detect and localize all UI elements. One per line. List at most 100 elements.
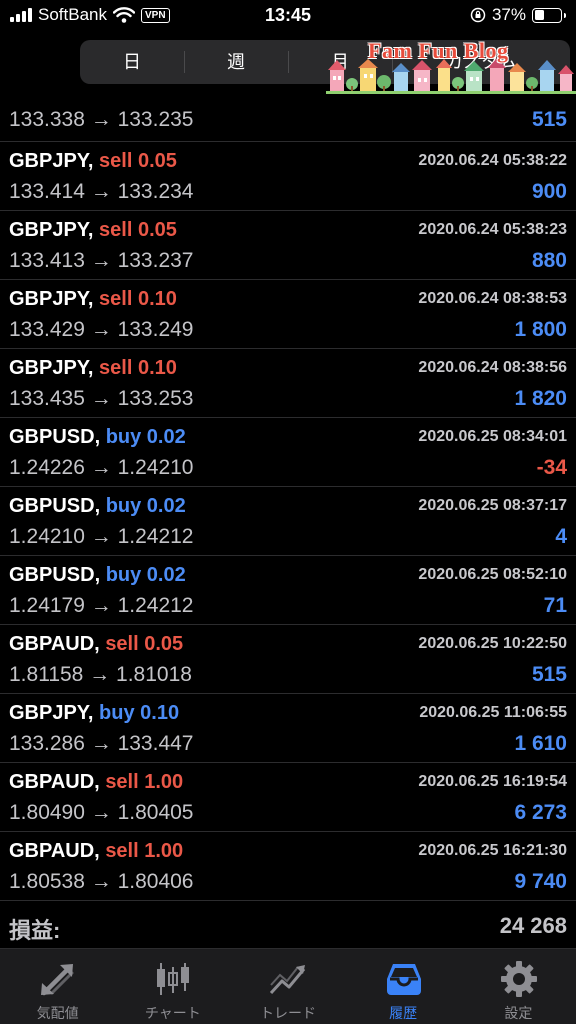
table-row[interactable]: GBPAUD, sell 1.00 2020.06.25 16:21:30 1.80… xyxy=(0,832,576,901)
trade-prices: 1.80490 → 1.80405 xyxy=(9,801,194,824)
table-row[interactable]: GBPJPY, sell 0.05 2020.06.24 05:38:22 133.… xyxy=(0,142,576,211)
trade-profit: 1 610 xyxy=(514,732,567,755)
table-row[interactable]: GBPAUD, sell 1.00 2020.06.25 16:19:54 1.80… xyxy=(0,763,576,832)
table-row[interactable]: GBPUSD, buy 0.02 2020.06.25 08:34:01 1.242… xyxy=(0,418,576,487)
period-tab-week[interactable]: 週 xyxy=(184,40,288,84)
trade-prices: 133.429 → 133.249 xyxy=(9,318,194,341)
trade-prices: 133.413 → 133.237 xyxy=(9,249,194,272)
trade-side: sell 1.00 xyxy=(105,771,184,793)
trade-symbol-text: GBPUSD, xyxy=(9,426,101,448)
trade-profit: -34 xyxy=(536,456,567,479)
tab-trade[interactable]: トレード xyxy=(230,949,345,1024)
trade-prices: 133.338 → 133.235 xyxy=(9,108,194,131)
table-row[interactable]: GBPJPY, sell 0.10 2020.06.24 08:38:56 133.… xyxy=(0,349,576,418)
period-tab-day[interactable]: 日 xyxy=(80,40,184,84)
trade-symbol: GBPJPY, buy 0.10 xyxy=(9,702,179,725)
table-row[interactable]: GBPUSD, buy 0.02 2020.06.25 08:52:10 1.241… xyxy=(0,556,576,625)
trade-profit: 1 800 xyxy=(514,318,567,341)
trade-side: sell 0.10 xyxy=(99,357,177,379)
trade-symbol: GBPJPY, sell 0.05 xyxy=(9,150,177,173)
status-bar: SoftBank VPN 13:45 37% xyxy=(0,0,576,32)
history-tray-icon xyxy=(386,964,421,995)
table-row-partial[interactable]: 133.338 → 133.235 515 xyxy=(0,96,576,142)
trade-profit: 900 xyxy=(531,180,567,203)
trade-symbol: GBPAUD, sell 0.05 xyxy=(9,633,183,656)
trade-symbol-text: GBPJPY, xyxy=(9,288,94,310)
trade-prices: 1.24179 → 1.24212 xyxy=(9,594,194,617)
trade-symbol-text: GBPUSD, xyxy=(9,564,101,586)
gear-icon xyxy=(500,961,537,997)
status-right: 37% xyxy=(470,5,566,25)
trade-symbol: GBPUSD, buy 0.02 xyxy=(9,495,186,518)
quotes-arrows-icon xyxy=(41,964,74,996)
trade-symbol: GBPUSD, buy 0.02 xyxy=(9,426,186,449)
trade-profit: 9 740 xyxy=(514,870,567,893)
trade-time: 2020.06.25 11:06:55 xyxy=(419,704,567,721)
trade-profit: 71 xyxy=(543,594,567,617)
tab-chart[interactable]: チャート xyxy=(115,949,230,1024)
tab-settings-label: 設定 xyxy=(504,1005,533,1021)
trade-symbol-text: GBPUSD, xyxy=(9,495,101,517)
trade-time: 2020.06.24 05:38:23 xyxy=(418,221,567,238)
trade-time: 2020.06.25 16:19:54 xyxy=(418,773,567,790)
trade-time: 2020.06.24 05:38:22 xyxy=(418,152,567,169)
trade-side: buy 0.10 xyxy=(99,702,180,724)
trade-time: 2020.06.24 08:38:56 xyxy=(418,359,567,376)
battery-percent: 37% xyxy=(491,5,526,24)
trade-symbol-text: GBPJPY, xyxy=(9,219,94,241)
trade-symbol: GBPUSD, buy 0.02 xyxy=(9,564,186,587)
trade-prices: 133.435 → 133.253 xyxy=(9,387,194,410)
trade-prices: 1.80538 → 1.80406 xyxy=(9,870,194,893)
tab-history[interactable]: 履歴 xyxy=(346,949,461,1024)
tab-quotes[interactable]: 気配値 xyxy=(0,949,115,1024)
trade-prices: 133.286 → 133.447 xyxy=(9,732,194,755)
trade-symbol: GBPAUD, sell 1.00 xyxy=(9,840,183,863)
trade-symbol: GBPJPY, sell 0.10 xyxy=(9,357,177,380)
trade-symbol-text: GBPAUD, xyxy=(9,633,100,655)
trade-symbol-text: GBPAUD, xyxy=(9,771,100,793)
trade-prices: 133.414 → 133.234 xyxy=(9,180,194,203)
trade-symbol: GBPJPY, sell 0.10 xyxy=(9,288,177,311)
table-row[interactable]: GBPJPY, sell 0.05 2020.06.24 05:38:23 133.… xyxy=(0,211,576,280)
profit-summary: 損益: 24 268 xyxy=(0,901,576,948)
table-row[interactable]: GBPUSD, buy 0.02 2020.06.25 08:37:17 1.242… xyxy=(0,487,576,556)
bottom-tab-bar: 気配値 チャート トレード 履歴 設定 xyxy=(0,948,576,1024)
trade-prices: 1.81158 → 1.81018 xyxy=(9,663,192,686)
blog-watermark: Fam Fun Blog xyxy=(326,36,576,96)
trade-symbol: GBPAUD, sell 1.00 xyxy=(9,771,183,794)
trade-profit: 515 xyxy=(531,108,567,131)
trade-time: 2020.06.25 08:52:10 xyxy=(418,566,567,583)
trade-time: 2020.06.24 08:38:53 xyxy=(418,290,567,307)
trade-profit: 4 xyxy=(555,525,567,548)
battery-level xyxy=(534,10,544,20)
trade-profit: 515 xyxy=(531,663,567,686)
trade-side: buy 0.02 xyxy=(105,495,186,517)
trade-side: buy 0.02 xyxy=(105,564,186,586)
trade-time: 2020.06.25 08:37:17 xyxy=(418,497,567,514)
trade-symbol: GBPJPY, sell 0.05 xyxy=(9,219,177,242)
tab-settings[interactable]: 設定 xyxy=(461,949,576,1024)
trade-side: sell 0.05 xyxy=(99,150,177,172)
trade-profit: 880 xyxy=(531,249,567,272)
tab-trade-label: トレード xyxy=(259,1005,316,1021)
trade-symbol-text: GBPJPY, xyxy=(9,357,94,379)
trade-prices: 1.24226 → 1.24210 xyxy=(9,456,194,479)
table-row[interactable]: GBPAUD, sell 0.05 2020.06.25 10:22:50 1.81… xyxy=(0,625,576,694)
summary-value: 24 268 xyxy=(499,913,567,938)
blog-title: Fam Fun Blog xyxy=(368,38,509,63)
trade-symbol-text: GBPAUD, xyxy=(9,840,100,862)
battery-icon xyxy=(532,7,566,23)
trade-side: sell 0.05 xyxy=(99,219,177,241)
trade-symbol-text: GBPJPY, xyxy=(9,702,94,724)
trade-prices: 1.24210 → 1.24212 xyxy=(9,525,194,548)
trade-side: sell 1.00 xyxy=(105,840,184,862)
trade-history-list[interactable]: 133.338 → 133.235 515 GBPJPY, sell 0.05 2… xyxy=(0,96,576,948)
trade-profit: 1 820 xyxy=(514,387,567,410)
table-row[interactable]: GBPJPY, buy 0.10 2020.06.25 11:06:55 133.2… xyxy=(0,694,576,763)
table-row[interactable]: GBPJPY, sell 0.10 2020.06.24 08:38:53 133.… xyxy=(0,280,576,349)
rotation-lock-icon xyxy=(470,7,486,23)
trade-profit: 6 273 xyxy=(514,801,567,824)
trade-trend-icon xyxy=(270,965,306,995)
trade-time: 2020.06.25 10:22:50 xyxy=(418,635,567,652)
trade-time: 2020.06.25 16:21:30 xyxy=(418,842,567,859)
